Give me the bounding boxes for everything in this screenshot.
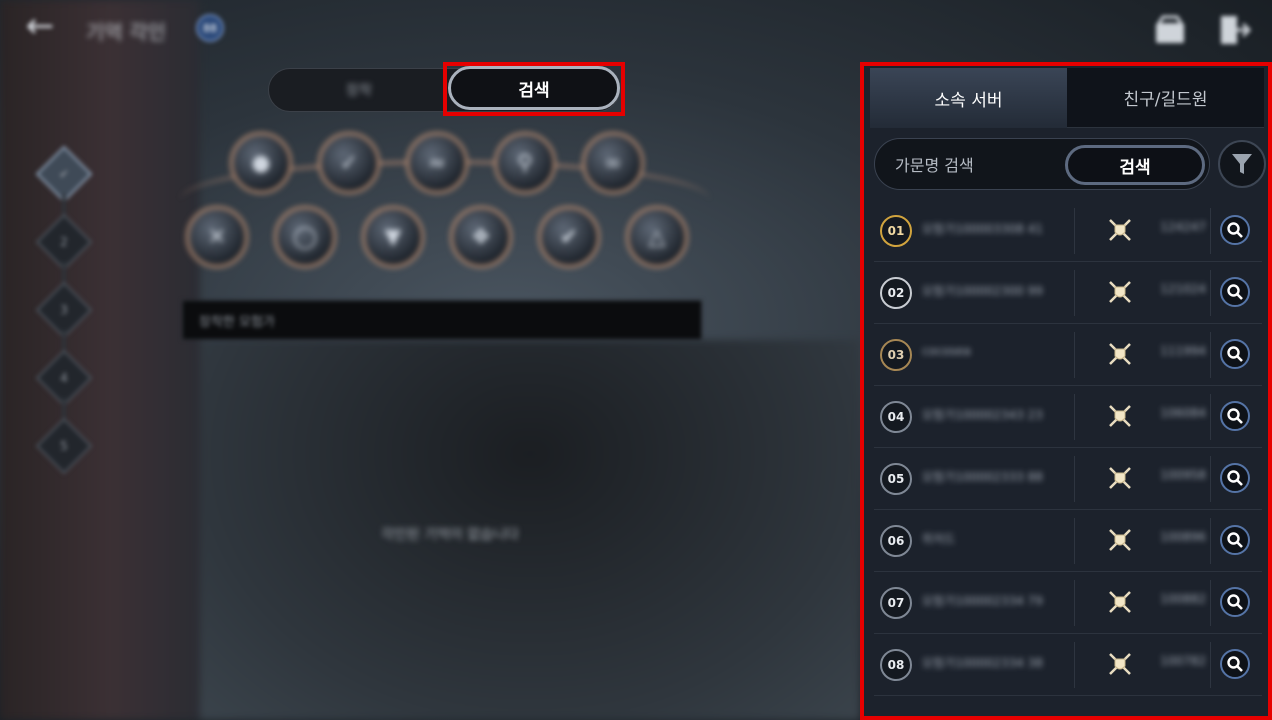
crossed-swords-shield-icon (1109, 591, 1131, 613)
family-name: 모험가100002300 99 (922, 284, 1043, 298)
title-badge: 88 (196, 14, 224, 42)
engraving-gem-icon[interactable]: ✓ (318, 132, 380, 194)
row-divider (1210, 580, 1211, 626)
crossed-swords-shield-icon (1109, 405, 1131, 427)
row-divider (1210, 332, 1211, 378)
family-name: 위저드 (922, 532, 956, 546)
row-divider (1074, 394, 1075, 440)
ranking-row[interactable]: 08 모험가100002334 38 100782 (874, 634, 1262, 696)
ranking-row[interactable]: 01 모험가100003308 41 124247 (874, 200, 1262, 262)
row-divider (1074, 208, 1075, 254)
magnifier-icon[interactable] (1220, 525, 1250, 555)
score-value: 100896 (1160, 530, 1206, 544)
rank-badge: 03 (880, 339, 912, 371)
ranking-row[interactable]: 05 모험가100002333 88 100958 (874, 448, 1262, 510)
score-value: 100958 (1160, 468, 1206, 482)
magnifier-icon[interactable] (1220, 339, 1250, 369)
crossed-swords-shield-icon (1109, 653, 1131, 675)
engraving-gem-icon[interactable]: ● (230, 132, 292, 194)
row-divider (1210, 270, 1211, 316)
ranking-row[interactable]: 03 cocosea 111994 (874, 324, 1262, 386)
row-divider (1074, 270, 1075, 316)
check-icon: ✔ (58, 167, 70, 181)
magnifier-icon[interactable] (1220, 587, 1250, 617)
engraving-gem-icon[interactable]: △ (626, 206, 688, 268)
rank-badge: 02 (880, 277, 912, 309)
engraving-slot-list: ✔ 2 3 4 5 (35, 145, 93, 475)
crossed-swords-shield-icon (1109, 219, 1131, 241)
row-divider (1210, 394, 1211, 440)
rank-badge: 05 (880, 463, 912, 495)
score-value: 124247 (1160, 220, 1206, 234)
engraving-gem-icon[interactable]: ✕ (186, 206, 248, 268)
engraving-gem-icon[interactable]: ▼ (362, 206, 424, 268)
panel-tabs: 소속 서버 친구/길드원 (870, 68, 1264, 128)
funnel-icon[interactable] (1218, 140, 1266, 188)
magnifier-icon[interactable] (1220, 649, 1250, 679)
row-divider (1210, 518, 1211, 564)
engraving-gem-icon[interactable]: ∞ (582, 132, 644, 194)
engraving-gem-icon[interactable]: ❖ (450, 206, 512, 268)
engraving-gem-icon[interactable]: ◯ (274, 206, 336, 268)
empty-message: 각인된 기억이 없습니다 (381, 527, 519, 543)
page-title: 기억 각인 (86, 20, 166, 44)
equipped-adventurer-bar: 장착한 모험가 (182, 300, 702, 340)
row-divider (1210, 642, 1211, 688)
family-search-toggle: 가문명 검색 검색 (874, 138, 1210, 190)
family-search-button[interactable]: 검색 (1065, 145, 1205, 185)
magnifier-icon[interactable] (1220, 277, 1250, 307)
crossed-swords-shield-icon (1109, 467, 1131, 489)
crossed-swords-shield-icon (1109, 529, 1131, 551)
ranking-row[interactable]: 02 모험가100002300 99 121024 (874, 262, 1262, 324)
row-divider (1210, 208, 1211, 254)
mode-search-tab[interactable]: 검색 (448, 66, 620, 110)
engraving-gem-icon[interactable]: ✔ (538, 206, 600, 268)
crossed-swords-shield-icon (1109, 343, 1131, 365)
tab-friends-guild[interactable]: 친구/길드원 (1067, 68, 1264, 128)
ranking-row[interactable]: 07 모험가100002334 79 100882 (874, 572, 1262, 634)
engraving-ornament: ● ✓ ≈ ⚲ ∞ ✕ ◯ ▼ ❖ ✔ △ (170, 120, 720, 290)
family-name: 모험가100002334 79 (922, 594, 1043, 608)
magnifier-icon[interactable] (1220, 401, 1250, 431)
score-value: 121024 (1160, 282, 1206, 296)
score-value: 100882 (1160, 592, 1206, 606)
rank-badge: 06 (880, 525, 912, 557)
ranking-panel: 소속 서버 친구/길드원 가문명 검색 검색 01 모험가100003308 41… (862, 62, 1272, 720)
engraving-gem-icon[interactable]: ⚲ (494, 132, 556, 194)
family-name-search-field[interactable]: 가문명 검색 (895, 139, 974, 189)
family-name: 모험가100002334 38 (922, 656, 1043, 670)
back-arrow-icon[interactable]: ← (18, 6, 62, 46)
row-divider (1074, 580, 1075, 626)
exit-door-icon[interactable] (1216, 12, 1252, 48)
mailbox-icon[interactable] (1152, 12, 1188, 48)
rank-badge: 01 (880, 215, 912, 247)
score-value: 100782 (1160, 654, 1206, 668)
row-divider (1074, 518, 1075, 564)
row-divider (1074, 456, 1075, 502)
magnifier-icon[interactable] (1220, 463, 1250, 493)
row-divider (1074, 332, 1075, 378)
ranking-list: 01 모험가100003308 41 124247 02 모험가100002300 99… (874, 200, 1262, 696)
engraving-gem-icon[interactable]: ≈ (406, 132, 468, 194)
family-name: 모험가100003308 41 (922, 222, 1043, 236)
row-divider (1210, 456, 1211, 502)
rank-badge: 08 (880, 649, 912, 681)
ranking-row[interactable]: 04 모험가100002343 23 106084 (874, 386, 1262, 448)
ranking-row[interactable]: 06 위저드 100896 (874, 510, 1262, 572)
mode-equip-tab[interactable]: 장착 (269, 69, 449, 111)
row-divider (1074, 642, 1075, 688)
rank-badge: 04 (880, 401, 912, 433)
slot-5[interactable]: 5 (35, 417, 93, 475)
background-wall (0, 0, 200, 720)
family-name: cocosea (922, 344, 971, 358)
family-name: 모험가100002343 23 (922, 408, 1043, 422)
crossed-swords-shield-icon (1109, 281, 1131, 303)
family-name: 모험가100002333 88 (922, 470, 1043, 484)
magnifier-icon[interactable] (1220, 215, 1250, 245)
score-value: 111994 (1160, 344, 1206, 358)
rank-badge: 07 (880, 587, 912, 619)
score-value: 106084 (1160, 406, 1206, 420)
tab-server[interactable]: 소속 서버 (870, 68, 1067, 128)
